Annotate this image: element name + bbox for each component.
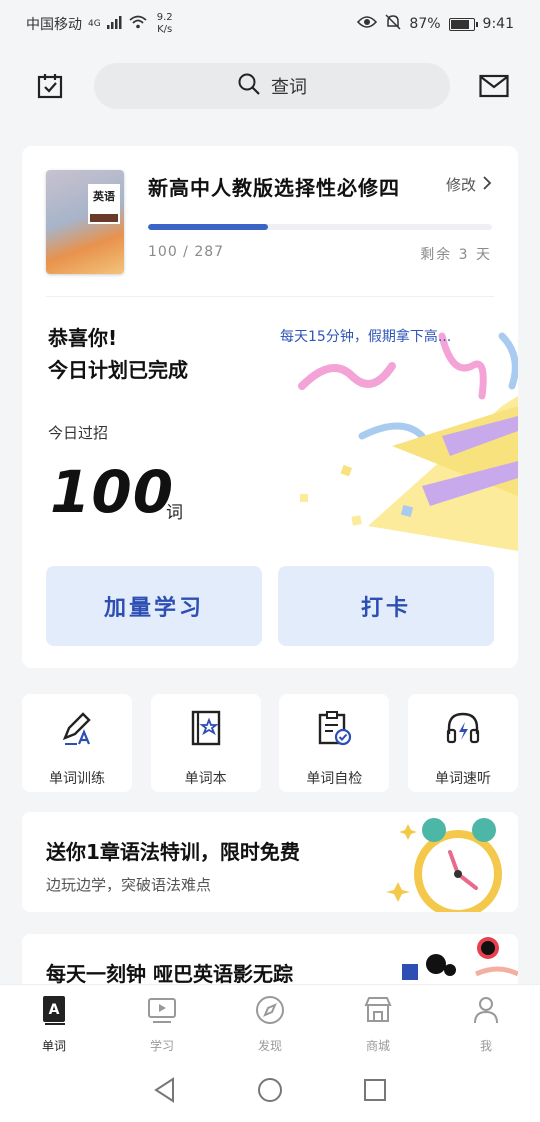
compass-icon — [255, 995, 285, 1029]
calendar-check-icon[interactable] — [34, 70, 66, 102]
status-bar: 中国移动 4G 9.2 K/s 87% 9:41 — [0, 0, 540, 48]
tab-label: 学习 — [149, 1039, 174, 1053]
dictionary-icon: A — [41, 995, 67, 1029]
clipboard-check-icon — [316, 710, 352, 750]
today-word-count: 100 — [50, 458, 175, 526]
bottom-tab-bar: A 单词 学习 发现 商城 我 — [0, 984, 540, 1062]
tab-label: 我 — [479, 1039, 492, 1053]
study-plan-card: 英语 新高中人教版选择性必修四 修改 100 / 287 剩余 3 天 恭喜你!… — [22, 146, 518, 668]
search-icon — [237, 72, 261, 101]
net-speed-unit: K/s — [157, 24, 173, 35]
tab-store[interactable]: 商城 — [324, 985, 432, 1062]
battery-fill — [450, 19, 470, 29]
tool-self-check[interactable]: 单词自检 — [279, 694, 390, 792]
edit-book-button[interactable]: 修改 — [446, 174, 492, 195]
top-header: 查词 — [0, 58, 540, 114]
tab-discover[interactable]: 发现 — [216, 985, 324, 1062]
congrats-text: 恭喜你! 今日计划已完成 — [48, 322, 188, 386]
chevron-right-icon — [482, 175, 492, 194]
edit-book-label: 修改 — [445, 176, 476, 194]
tool-label: 单词自检 — [306, 771, 363, 787]
promo-title: 每天一刻钟 哑巴英语影无踪 — [46, 962, 293, 986]
pencil-a-icon — [59, 710, 95, 750]
user-icon — [471, 995, 501, 1029]
home-icon[interactable] — [257, 1077, 283, 1107]
mail-icon[interactable] — [478, 70, 510, 102]
eye-icon — [357, 15, 378, 33]
tool-word-training[interactable]: 单词训练 — [22, 694, 132, 792]
tab-label: 商城 — [365, 1039, 390, 1053]
tools-row: 单词训练 单词本 单词自检 单词速听 — [22, 694, 518, 792]
svg-text:A: A — [49, 1002, 60, 1018]
tool-quick-listen[interactable]: 单词速听 — [407, 694, 518, 792]
headphones-bolt-icon — [445, 710, 481, 750]
extra-study-button[interactable]: 加量学习 — [46, 566, 262, 646]
network-type: 4G — [88, 19, 101, 29]
net-speed-value: 9.2 — [156, 12, 173, 23]
tab-words[interactable]: A 单词 — [0, 985, 108, 1062]
net-speed: 9.2 K/s — [157, 12, 173, 36]
promo-subtitle: 边玩边学，突破语法难点 — [46, 876, 212, 894]
book-cover[interactable]: 英语 — [46, 170, 124, 274]
book-progress-bar — [148, 224, 492, 230]
tool-wordbook[interactable]: 单词本 — [150, 694, 261, 792]
signal-icon — [106, 15, 123, 33]
checkin-button[interactable]: 打卡 — [278, 566, 494, 646]
back-icon[interactable] — [153, 1077, 177, 1107]
tool-label: 单词速听 — [434, 771, 491, 787]
promo-title: 送你1章语法特训，限时免费 — [46, 840, 300, 864]
clock: 9:41 — [482, 16, 514, 32]
system-nav-bar — [0, 1062, 540, 1122]
alarm-clock-illustration — [386, 818, 502, 912]
congrats-line-2: 今日计划已完成 — [48, 358, 188, 382]
tab-study[interactable]: 学习 — [108, 985, 216, 1062]
tool-label: 单词本 — [184, 771, 227, 787]
book-progress-text: 100 / 287 — [148, 244, 225, 260]
video-icon — [147, 995, 177, 1029]
carrier-name: 中国移动 — [26, 17, 82, 33]
book-progress-fill — [148, 224, 268, 230]
motto-text: 每天15分钟，假期拿下高... — [280, 329, 452, 345]
battery-percent: 87% — [409, 16, 441, 32]
tab-me[interactable]: 我 — [432, 985, 540, 1062]
notebook-star-icon — [188, 710, 224, 750]
mute-bell-icon — [385, 14, 401, 34]
today-words-label: 今日过招 — [48, 424, 109, 442]
promo-grammar-card[interactable]: 送你1章语法特训，限时免费 边玩边学，突破语法难点 — [22, 812, 518, 912]
wifi-icon — [129, 15, 147, 33]
book-title: 新高中人教版选择性必修四 — [148, 176, 400, 200]
store-icon — [363, 995, 393, 1029]
search-bar[interactable]: 查词 — [94, 63, 450, 109]
battery-icon — [448, 17, 478, 31]
tool-label: 单词训练 — [49, 771, 105, 787]
tab-label: 单词 — [41, 1039, 66, 1053]
recents-icon[interactable] — [363, 1078, 387, 1106]
search-placeholder: 查词 — [271, 77, 307, 98]
today-word-unit: 词 — [166, 503, 183, 523]
tab-label: 发现 — [257, 1039, 282, 1053]
congrats-line-1: 恭喜你! — [48, 326, 118, 350]
days-remaining: 剩余 3 天 — [420, 247, 492, 263]
book-cover-tag — [90, 214, 118, 222]
